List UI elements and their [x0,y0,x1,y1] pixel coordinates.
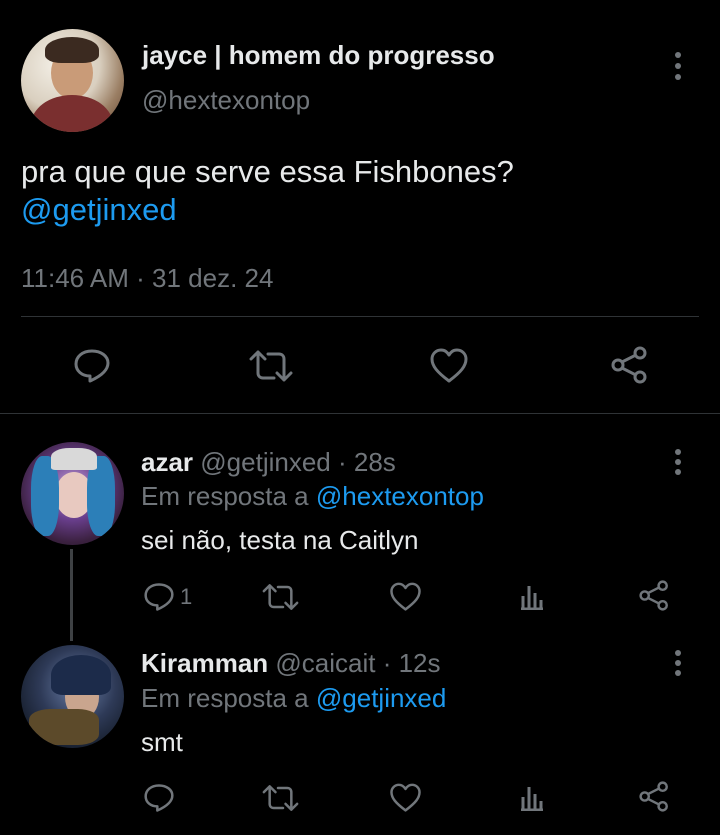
reply-time[interactable]: · 28s [338,447,396,477]
reply-time[interactable]: · 12s [383,648,441,678]
main-tweet: jayce | homem do progresso @hextexontop … [0,0,720,413]
reply-header: azar @getjinxed · 28s [141,447,396,478]
avatar[interactable] [21,645,124,748]
handle[interactable]: @getjinxed [200,447,330,477]
like-icon[interactable] [389,783,422,813]
more-icon[interactable] [674,650,682,680]
retweet-icon[interactable] [249,348,293,384]
reply-icon[interactable] [143,582,175,612]
views-icon[interactable] [518,582,546,610]
reply-count: 1 [180,584,193,609]
reply-icon[interactable] [143,783,175,813]
retweet-icon[interactable] [262,582,299,612]
in-reply-mention[interactable]: @getjinxed [316,683,446,713]
timestamp[interactable]: 11:46 AM · 31 dez. 24 [21,263,273,294]
avatar[interactable] [21,29,124,132]
author-name-line: jayce | homem do progresso [142,40,495,71]
display-name[interactable]: azar [141,447,193,477]
reply-header: Kiramman @caicait · 12s [141,648,441,679]
section-divider [0,413,720,414]
more-icon[interactable] [674,52,682,82]
views-icon[interactable] [518,783,546,811]
in-reply-prefix: Em resposta a [141,683,309,713]
divider [21,316,699,317]
in-reply-prefix: Em resposta a [141,481,309,511]
retweet-icon[interactable] [262,783,299,813]
display-name[interactable]: Kiramman [141,648,268,678]
in-reply-mention[interactable]: @hextexontop [316,481,484,511]
tweet-body: pra que que serve essa Fishbones? [21,154,514,189]
reply-text: smt [141,727,183,757]
share-icon[interactable] [638,580,671,611]
handle[interactable]: @caicait [275,648,375,678]
handle[interactable]: @hextexontop [142,85,310,115]
reply-text: sei não, testa na Caitlyn [141,525,419,555]
tweet-mention[interactable]: @getjinxed [21,191,514,229]
thread-line [70,549,73,641]
avatar[interactable] [21,442,124,545]
in-reply-to: Em resposta a @getjinxed [141,683,446,714]
share-icon[interactable] [638,781,671,812]
more-icon[interactable] [674,449,682,479]
reply-icon[interactable] [73,348,111,384]
like-icon[interactable] [389,582,422,612]
like-icon[interactable] [429,348,469,384]
tweet-text: pra que que serve essa Fishbones? @getji… [21,153,514,229]
share-icon[interactable] [610,346,650,384]
in-reply-to: Em resposta a @hextexontop [141,481,484,512]
display-name[interactable]: jayce | homem do progresso [142,40,495,70]
author-handle-line: @hextexontop [142,85,310,116]
